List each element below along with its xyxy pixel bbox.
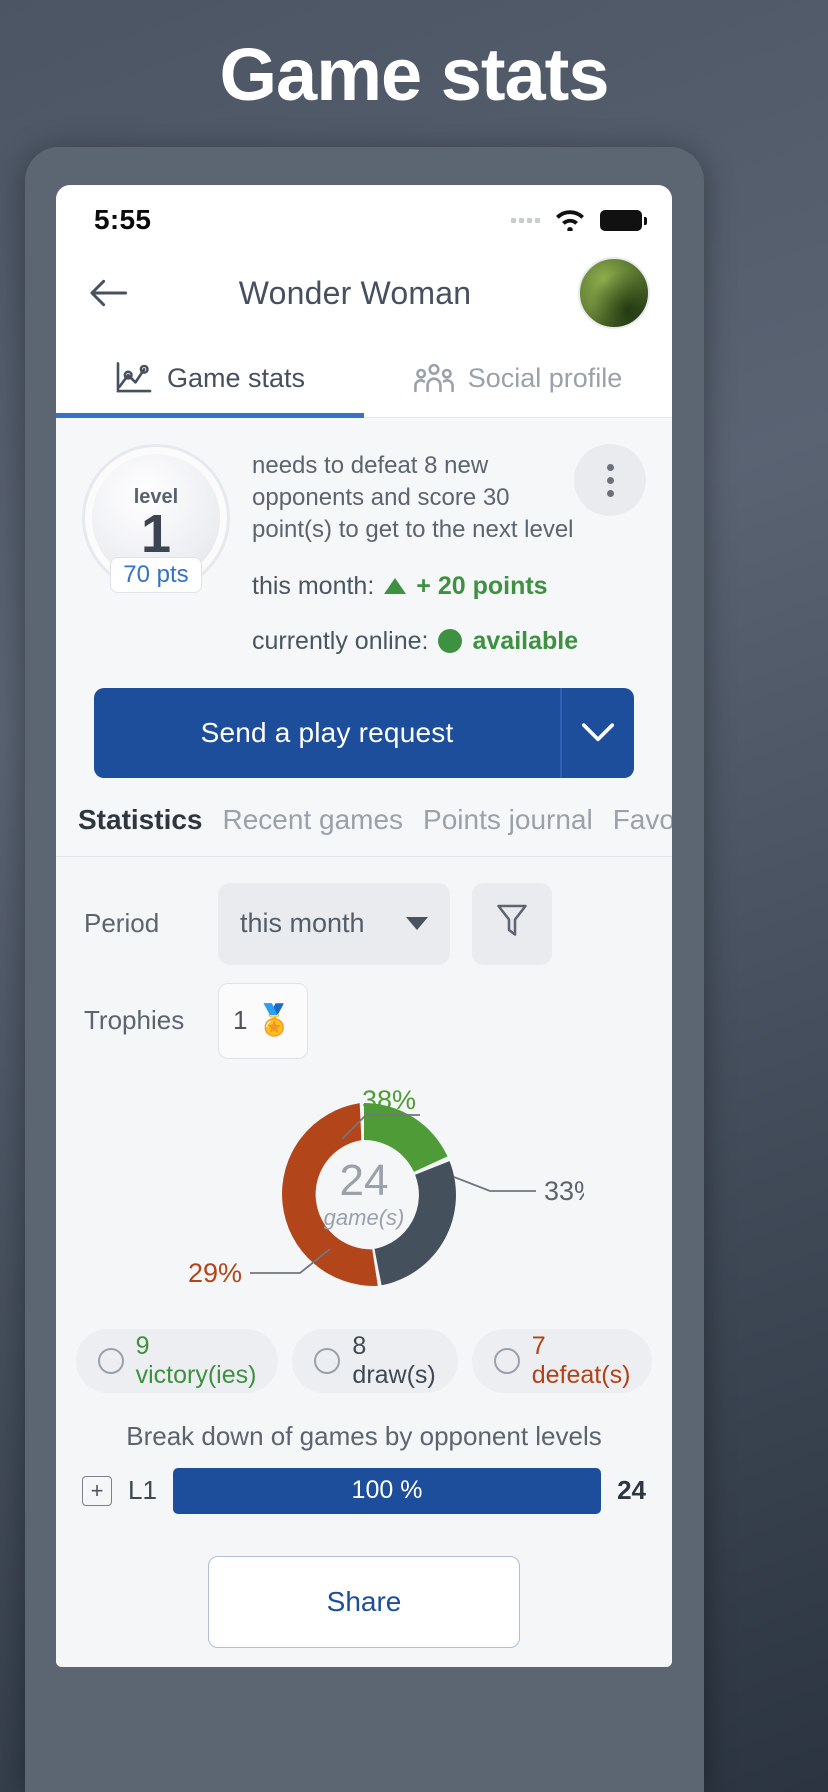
subtab-favorite-games[interactable]: Favorite ga — [613, 804, 672, 836]
period-select[interactable]: this month — [218, 882, 450, 965]
navbar: Wonder Woman — [56, 247, 672, 339]
filter-button[interactable] — [472, 882, 552, 965]
period-label: Period — [84, 908, 160, 939]
this-month-label: this month: — [252, 571, 375, 600]
this-month-value: + 20 points — [416, 571, 548, 600]
status-indicators — [511, 205, 647, 236]
trophies-badge[interactable]: 1 🏅 — [218, 982, 308, 1059]
signal-dots-icon — [511, 217, 540, 223]
page-heading: Wonder Woman — [238, 274, 472, 311]
medal-icon: 🏅 — [255, 1003, 293, 1037]
tab-social-profile-label: Social profile — [467, 362, 623, 393]
level-number: 1 — [140, 503, 172, 564]
donut-center-value: 24 — [340, 1156, 389, 1205]
period-select-value: this month — [240, 908, 365, 939]
subtab-points-journal[interactable]: Points journal — [423, 804, 593, 836]
radio-icon — [493, 1347, 520, 1374]
breakdown-title: Break down of games by opponent levels — [126, 1420, 602, 1451]
line-chart-icon — [115, 362, 153, 394]
period-row: Period this month — [84, 882, 644, 965]
legend-chip-victories-label: 9 victory(ies) — [135, 1331, 257, 1389]
label-percent-defeats: 33% — [544, 1176, 584, 1206]
triangle-up-icon — [384, 578, 407, 595]
status-time: 5:55 — [94, 204, 152, 235]
back-button[interactable] — [84, 269, 132, 317]
radio-icon — [314, 1347, 341, 1374]
breakdown-count: 24 — [617, 1475, 646, 1506]
plus-box-icon[interactable]: + — [82, 1475, 112, 1506]
play-request-row: Send a play request — [56, 665, 672, 804]
filters: Period this month Trophies 1 🏅 — [56, 857, 672, 1059]
wifi-icon — [552, 205, 588, 236]
subtab-statistics[interactable]: Statistics — [78, 804, 203, 836]
donut-center-unit: game(s) — [324, 1205, 405, 1230]
share-button[interactable]: Share — [208, 1555, 520, 1648]
legend-chip-defeats-label: 7 defeat(s) — [531, 1331, 631, 1389]
legend-chip-draws-label: 8 draw(s) — [352, 1331, 436, 1389]
status-dot-icon — [438, 629, 463, 654]
online-label: currently online: — [252, 626, 429, 655]
secondary-tabs: Statistics Recent games Points journal F… — [56, 803, 672, 857]
legend-chip-draws[interactable]: 8 draw(s) — [292, 1328, 458, 1393]
next-level-text: needs to defeat 8 new opponents and scor… — [252, 452, 574, 543]
trophies-count: 1 — [233, 1005, 248, 1036]
leader-line-defeats — [453, 1175, 536, 1192]
tab-social-profile[interactable]: Social profile — [364, 339, 672, 417]
breakdown-row: + L1 100 % 24 — [56, 1452, 672, 1514]
avatar[interactable] — [578, 257, 650, 329]
status-bar: 5:55 — [56, 185, 672, 247]
result-legend: 9 victory(ies) 8 draw(s) 7 defeat(s) — [56, 1319, 672, 1393]
funnel-icon — [495, 903, 529, 944]
tab-game-stats-label: Game stats — [166, 362, 306, 393]
trophies-row: Trophies 1 🏅 — [84, 982, 644, 1059]
phone-frame: 5:55 Wonder Woman Game stats Social prof… — [25, 147, 704, 1792]
app-body: level 1 70 pts needs to defeat 8 new opp… — [56, 418, 672, 1667]
donut-svg: 38% 33% 29% 24 game(s) — [188, 1085, 584, 1288]
phone-screen: 5:55 Wonder Woman Game stats Social prof… — [56, 185, 672, 1667]
battery-full-icon — [600, 209, 647, 231]
send-play-request-button[interactable]: Send a play request — [94, 687, 560, 778]
trophies-label: Trophies — [84, 1005, 185, 1036]
label-percent-victories: 38% — [362, 1085, 416, 1115]
games-donut-chart: 38% 33% 29% 24 game(s) — [56, 1067, 672, 1319]
legend-chip-defeats[interactable]: 7 defeat(s) — [471, 1328, 653, 1393]
kebab-menu-icon[interactable] — [574, 444, 646, 516]
legend-chip-victories[interactable]: 9 victory(ies) — [75, 1328, 279, 1393]
this-month-row: this month: + 20 points — [252, 572, 580, 601]
primary-tabs: Game stats Social profile — [56, 339, 672, 418]
online-status-row: currently online: available — [252, 627, 580, 656]
level-card: level 1 70 pts needs to defeat 8 new opp… — [56, 418, 672, 666]
label-percent-draws: 29% — [188, 1258, 242, 1288]
caret-down-icon — [406, 917, 428, 931]
points-badge: 70 pts — [110, 557, 202, 593]
online-value: available — [472, 626, 579, 655]
level-badge: level 1 70 pts — [82, 444, 230, 593]
subtab-recent-games[interactable]: Recent games — [223, 804, 404, 836]
play-request-dropdown-button[interactable] — [560, 687, 634, 778]
people-group-icon — [413, 362, 454, 394]
share-row: Share — [56, 1514, 672, 1648]
breakdown-level-label: L1 — [128, 1475, 157, 1506]
tab-game-stats[interactable]: Game stats — [56, 339, 364, 417]
radio-icon — [97, 1347, 124, 1374]
breakdown-bar: 100 % — [172, 1467, 602, 1514]
page-title: Game stats — [219, 33, 610, 116]
